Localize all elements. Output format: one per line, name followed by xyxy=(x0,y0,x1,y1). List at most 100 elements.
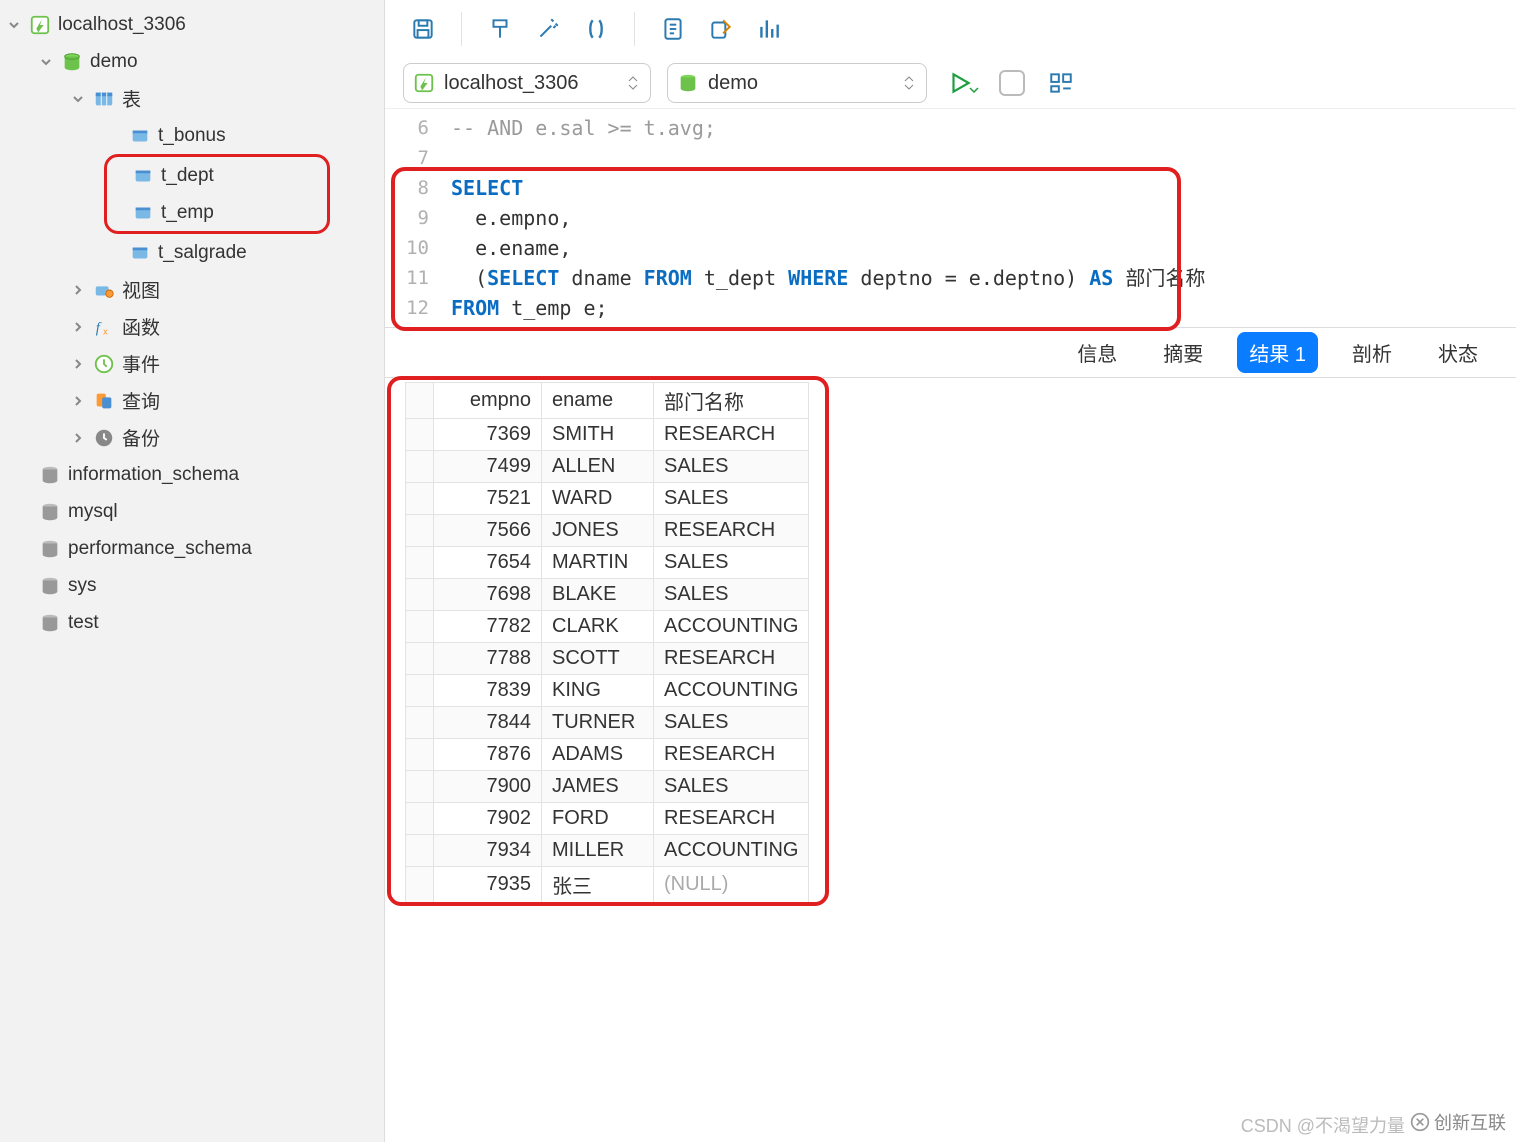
table-row[interactable]: 7788SCOTTRESEARCH xyxy=(406,643,809,675)
table-cell[interactable]: RESEARCH xyxy=(654,803,809,835)
tab-result[interactable]: 结果 1 xyxy=(1237,332,1318,373)
table-cell[interactable]: SALES xyxy=(654,771,809,803)
column-header[interactable]: ename xyxy=(542,383,654,419)
beautify-button[interactable] xyxy=(528,9,568,49)
column-header[interactable]: 部门名称 xyxy=(654,383,809,419)
tree-tables-folder[interactable]: 表 xyxy=(0,80,384,117)
table-row[interactable]: 7902FORDRESEARCH xyxy=(406,803,809,835)
tree-queries-folder[interactable]: 查询 xyxy=(0,382,384,419)
layout-button[interactable] xyxy=(1041,63,1081,103)
tree-events-folder[interactable]: 事件 xyxy=(0,345,384,382)
table-row[interactable]: 7499ALLENSALES xyxy=(406,451,809,483)
table-cell[interactable]: JONES xyxy=(542,515,654,547)
table-cell[interactable]: RESEARCH xyxy=(654,739,809,771)
tree-database[interactable]: test xyxy=(0,604,384,641)
table-cell[interactable]: 7839 xyxy=(434,675,542,707)
table-row[interactable]: 7566JONESRESEARCH xyxy=(406,515,809,547)
stop-button[interactable] xyxy=(999,70,1025,96)
table-cell[interactable]: KING xyxy=(542,675,654,707)
results-table[interactable]: empnoename部门名称7369SMITHRESEARCH7499ALLEN… xyxy=(405,382,809,903)
table-row[interactable]: 7654MARTINSALES xyxy=(406,547,809,579)
table-cell[interactable]: SALES xyxy=(654,451,809,483)
table-cell[interactable]: (NULL) xyxy=(654,867,809,903)
tree-functions-folder[interactable]: fx 函数 xyxy=(0,308,384,345)
tree-table-item[interactable]: t_dept xyxy=(107,157,327,194)
table-row[interactable]: 7935张三(NULL) xyxy=(406,867,809,903)
table-cell[interactable]: 7788 xyxy=(434,643,542,675)
table-cell[interactable]: 张三 xyxy=(542,867,654,903)
table-cell[interactable]: FORD xyxy=(542,803,654,835)
table-cell[interactable]: CLARK xyxy=(542,611,654,643)
table-row[interactable]: 7839KINGACCOUNTING xyxy=(406,675,809,707)
tree-connection[interactable]: localhost_3306 xyxy=(0,6,384,43)
table-row[interactable]: 7521WARDSALES xyxy=(406,483,809,515)
tree-views-folder[interactable]: 视图 xyxy=(0,271,384,308)
tab-summary[interactable]: 摘要 xyxy=(1151,332,1215,373)
table-cell[interactable]: SALES xyxy=(654,579,809,611)
table-cell[interactable]: SMITH xyxy=(542,419,654,451)
table-cell[interactable]: 7902 xyxy=(434,803,542,835)
run-button[interactable] xyxy=(943,63,983,103)
tree-database[interactable]: information_schema xyxy=(0,456,384,493)
tree-table-item[interactable]: t_salgrade xyxy=(0,234,384,271)
table-cell[interactable]: SALES xyxy=(654,483,809,515)
tree-table-item[interactable]: t_bonus xyxy=(0,117,384,154)
tree-database[interactable]: sys xyxy=(0,567,384,604)
chart-button[interactable] xyxy=(749,9,789,49)
code-area[interactable]: -- AND e.sal >= t.avg; SELECT e.empno, e… xyxy=(437,109,1516,327)
table-row[interactable]: 7369SMITHRESEARCH xyxy=(406,419,809,451)
explain-button[interactable] xyxy=(653,9,693,49)
table-cell[interactable]: 7698 xyxy=(434,579,542,611)
table-row[interactable]: 7934MILLERACCOUNTING xyxy=(406,835,809,867)
table-cell[interactable]: 7844 xyxy=(434,707,542,739)
table-cell[interactable]: WARD xyxy=(542,483,654,515)
tree-table-item[interactable]: t_emp xyxy=(107,194,327,231)
tree-database[interactable]: performance_schema xyxy=(0,530,384,567)
table-cell[interactable]: ADAMS xyxy=(542,739,654,771)
table-cell[interactable]: BLAKE xyxy=(542,579,654,611)
tree-database[interactable]: mysql xyxy=(0,493,384,530)
table-cell[interactable]: 7499 xyxy=(434,451,542,483)
table-cell[interactable]: RESEARCH xyxy=(654,419,809,451)
parentheses-button[interactable] xyxy=(576,9,616,49)
table-cell[interactable]: 7782 xyxy=(434,611,542,643)
table-cell[interactable]: RESEARCH xyxy=(654,515,809,547)
table-row[interactable]: 7698BLAKESALES xyxy=(406,579,809,611)
table-cell[interactable]: 7934 xyxy=(434,835,542,867)
table-cell[interactable]: SALES xyxy=(654,707,809,739)
table-cell[interactable]: TURNER xyxy=(542,707,654,739)
sql-editor[interactable]: 6789101112 -- AND e.sal >= t.avg; SELECT… xyxy=(385,108,1516,328)
export-button[interactable] xyxy=(701,9,741,49)
table-row[interactable]: 7876ADAMSRESEARCH xyxy=(406,739,809,771)
tab-profile[interactable]: 剖析 xyxy=(1340,332,1404,373)
table-cell[interactable]: 7654 xyxy=(434,547,542,579)
database-selector[interactable]: demo xyxy=(667,63,927,103)
tree-database[interactable]: demo xyxy=(0,43,384,80)
table-cell[interactable]: ALLEN xyxy=(542,451,654,483)
table-cell[interactable]: ACCOUNTING xyxy=(654,835,809,867)
format-button[interactable] xyxy=(480,9,520,49)
table-cell[interactable]: JAMES xyxy=(542,771,654,803)
table-row[interactable]: 7900JAMESSALES xyxy=(406,771,809,803)
table-cell[interactable]: ACCOUNTING xyxy=(654,675,809,707)
table-cell[interactable]: MARTIN xyxy=(542,547,654,579)
table-cell[interactable]: RESEARCH xyxy=(654,643,809,675)
tab-status[interactable]: 状态 xyxy=(1426,332,1490,373)
table-cell[interactable]: SALES xyxy=(654,547,809,579)
tree-backups-folder[interactable]: 备份 xyxy=(0,419,384,456)
table-cell[interactable]: 7566 xyxy=(434,515,542,547)
table-cell[interactable]: 7876 xyxy=(434,739,542,771)
table-cell[interactable]: SCOTT xyxy=(542,643,654,675)
connection-selector[interactable]: localhost_3306 xyxy=(403,63,651,103)
table-cell[interactable]: 7521 xyxy=(434,483,542,515)
tab-info[interactable]: 信息 xyxy=(1065,332,1129,373)
table-cell[interactable]: ACCOUNTING xyxy=(654,611,809,643)
table-cell[interactable]: MILLER xyxy=(542,835,654,867)
save-button[interactable] xyxy=(403,9,443,49)
table-cell[interactable]: 7369 xyxy=(434,419,542,451)
table-cell[interactable]: 7935 xyxy=(434,867,542,903)
column-header[interactable]: empno xyxy=(434,383,542,419)
table-cell[interactable]: 7900 xyxy=(434,771,542,803)
table-row[interactable]: 7844TURNERSALES xyxy=(406,707,809,739)
table-row[interactable]: 7782CLARKACCOUNTING xyxy=(406,611,809,643)
